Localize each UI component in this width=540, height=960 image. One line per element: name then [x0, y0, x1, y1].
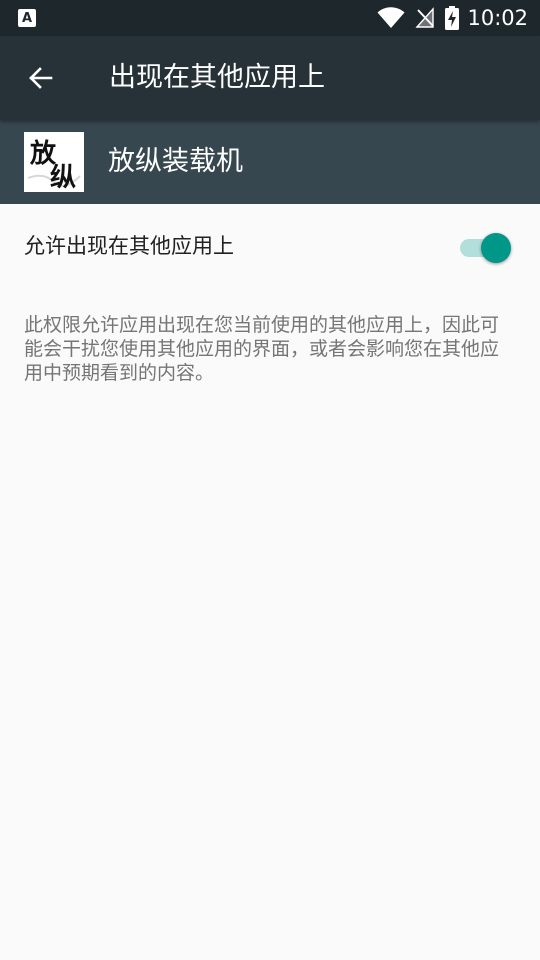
no-signal-icon	[415, 7, 435, 28]
switch-thumb	[481, 233, 511, 263]
allow-overlay-label: 允许出现在其他应用上	[24, 234, 234, 258]
arrow-back-icon	[29, 67, 53, 89]
app-icon: 放 纵	[24, 132, 84, 193]
allow-overlay-switch[interactable]	[460, 232, 512, 263]
toolbar: 出现在其他应用上	[0, 36, 540, 120]
status-icons: 10:02	[367, 0, 528, 36]
back-button[interactable]	[16, 54, 64, 102]
app-header: 放 纵 放纵装载机	[0, 120, 540, 204]
clock: 10:02	[467, 6, 528, 30]
app-icon-char-2: 纵	[50, 163, 76, 192]
wifi-icon	[377, 7, 405, 28]
allow-overlay-row[interactable]: 允许出现在其他应用上	[0, 204, 540, 288]
text-a-icon: A	[18, 9, 36, 27]
status-bar: A 10:02	[0, 0, 540, 36]
permission-description: 此权限允许应用出现在您当前使用的其他应用上，因此可能会干扰您使用其他应用的界面，…	[24, 314, 500, 384]
app-name: 放纵装载机	[108, 146, 243, 177]
page-title: 出现在其他应用上	[109, 62, 325, 93]
battery-charging-icon	[445, 6, 460, 30]
